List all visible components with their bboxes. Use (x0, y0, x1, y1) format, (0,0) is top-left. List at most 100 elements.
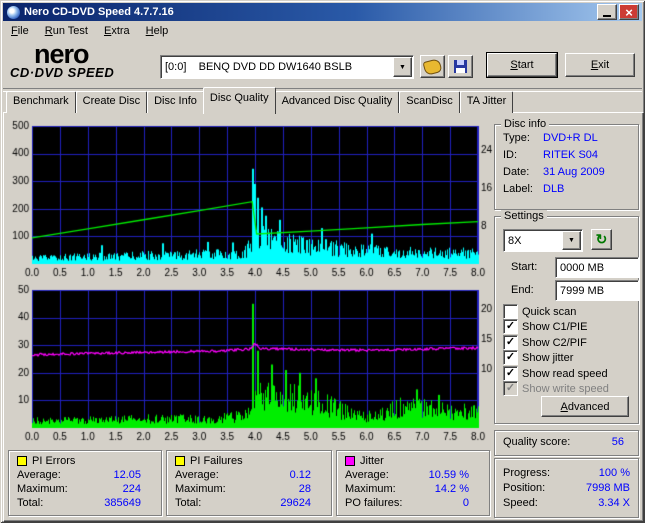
scan-speed-value: 8X (508, 234, 522, 247)
stat-value: 28 (298, 483, 311, 495)
progress-row-position: Position: 7998 MB (503, 482, 630, 494)
end-position-value: 7999 MB (560, 284, 605, 297)
stat-value: 0.12 (289, 469, 311, 481)
stats-panel-pi-errors: PI Errors Average: 12.05 Maximum: 224 Total: 3… (8, 450, 162, 516)
nero-logo-text: nero (34, 39, 90, 69)
stats-panel-header: PI Errors (9, 451, 161, 467)
stats-panel-jitter: Jitter Average: 10.59 % Maximum: 14.2 % PO fa… (336, 450, 490, 516)
disc-info-group: Disc info Type: DVD+R DL ID: RITEK S04 Date:… (494, 118, 639, 210)
drive-select-value: [0:0] BENQ DVD DD DW1640 BSLB (165, 61, 353, 73)
tab-advanced-disc-quality[interactable]: Advanced Disc Quality (274, 91, 400, 113)
progress-row-progress: Progress: 100 % (503, 467, 630, 479)
checkbox-label: Show write speed (522, 382, 609, 395)
end-position-label: End: (511, 284, 534, 296)
stat-label: Total: (175, 497, 202, 509)
progress-label: Position: (503, 482, 546, 494)
stat-label: Maximum: (175, 483, 226, 495)
stat-value: 29624 (280, 497, 311, 509)
checkbox-box[interactable]: ✓ (503, 350, 518, 365)
refresh-button[interactable] (591, 229, 612, 250)
window-title: Nero CD-DVD Speed 4.7.7.16 (24, 6, 174, 18)
advanced-button[interactable]: Advanced (541, 396, 629, 417)
quality-score-box: Quality score: 56 (494, 430, 639, 456)
stat-row-po-failures: PO failures: 0 (337, 497, 489, 509)
disc-info-label: Type: (503, 132, 530, 144)
settings-group-title: Settings (501, 210, 547, 222)
tab-benchmark[interactable]: Benchmark (6, 91, 76, 113)
menu-file[interactable]: File (3, 23, 37, 39)
refresh-icon (596, 232, 608, 247)
stat-label: Average: (345, 469, 389, 481)
close-button[interactable] (619, 4, 639, 20)
checkbox-quick-scan[interactable]: Quick scan (503, 304, 576, 319)
stat-value: 224 (122, 483, 141, 495)
stat-label: Maximum: (345, 483, 396, 495)
scan-speed-select[interactable]: 8X (503, 229, 583, 252)
checkbox-show-c2-pif[interactable]: ✓ Show C2/PIF (503, 335, 587, 350)
menu-bar: File Run Test Extra Help (3, 21, 642, 40)
stat-value: 14.2 % (434, 483, 469, 495)
quality-score-label: Quality score: (503, 436, 571, 448)
pi-failures-jitter-chart (8, 282, 494, 446)
stats-panel-header: Jitter (337, 451, 489, 467)
checkbox-label: Show C1/PIE (522, 320, 588, 333)
tab-scandisc[interactable]: ScanDisc (399, 91, 460, 113)
progress-box: Progress: 100 % Position: 7998 MB Speed: 3.34… (494, 458, 639, 518)
hand-icon (422, 57, 443, 76)
quality-score-value: 56 (611, 436, 624, 448)
exit-button-label: Exit (590, 58, 610, 71)
nero-logo-subtext: CD·DVD SPEED (10, 65, 115, 80)
tab-disc-info[interactable]: Disc Info (147, 91, 204, 113)
start-position-field[interactable]: 0000 MB (555, 257, 639, 278)
progress-value: 7998 MB (585, 482, 630, 494)
stat-value: 385649 (104, 497, 141, 509)
dropdown-arrow-icon[interactable] (562, 231, 581, 250)
eject-hand-button[interactable] (420, 55, 445, 78)
app-icon (7, 5, 20, 19)
minimize-icon (603, 14, 611, 17)
menu-help[interactable]: Help (138, 23, 177, 39)
checkbox-show-c1-pie[interactable]: ✓ Show C1/PIE (503, 319, 587, 334)
settings-group: Settings 8X Start: 0000 MB End: 7999 MB … (494, 210, 639, 424)
stats-row: PI Errors Average: 12.05 Maximum: 224 Total: 3… (0, 450, 494, 516)
checkbox-show-read-speed[interactable]: ✓ Show read speed (503, 366, 608, 381)
titlebar-buttons (597, 4, 639, 20)
disc-info-value: DLB (543, 183, 565, 195)
disc-info-label: ID: (503, 149, 518, 161)
checkbox-box[interactable]: ✓ (503, 381, 518, 396)
tab-create-disc[interactable]: Create Disc (75, 91, 148, 113)
exit-button[interactable]: Exit (565, 53, 635, 77)
checkbox-show-write-speed[interactable]: ✓ Show write speed (503, 381, 609, 396)
menu-run-test[interactable]: Run Test (37, 23, 96, 39)
drive-select[interactable]: [0:0] BENQ DVD DD DW1640 BSLB (160, 55, 414, 79)
stat-value: 0 (462, 497, 469, 509)
minimize-button[interactable] (597, 4, 617, 20)
dropdown-arrow-icon[interactable] (393, 57, 412, 77)
tab-ta-jitter[interactable]: TA Jitter (459, 91, 514, 113)
stats-panel-header: PI Failures (167, 451, 331, 467)
stat-label: Total: (17, 497, 44, 509)
menu-extra[interactable]: Extra (96, 23, 138, 39)
checkbox-box[interactable]: ✓ (503, 319, 518, 334)
stat-label: Average: (17, 469, 61, 481)
progress-row-speed: Speed: 3.34 X (503, 497, 630, 509)
tab-disc-quality[interactable]: Disc Quality (202, 87, 276, 114)
tab-strip: Benchmark Create Disc Disc Info Disc Qualit… (6, 87, 514, 114)
disc-info-row-label: Label: DLB (503, 183, 564, 195)
disc-info-value: 31 Aug 2009 (543, 166, 605, 178)
checkbox-box[interactable]: ✓ (503, 366, 518, 381)
stats-panel-title: Jitter (360, 455, 384, 467)
checkbox-show-jitter[interactable]: ✓ Show jitter (503, 350, 573, 365)
save-button[interactable] (448, 55, 473, 78)
stat-row-maximum: Maximum: 28 (167, 483, 331, 495)
nero-logo: nero CD·DVD SPEED (10, 39, 160, 81)
end-position-field[interactable]: 7999 MB (555, 280, 639, 301)
stat-label: Maximum: (17, 483, 68, 495)
checkbox-box[interactable] (503, 304, 518, 319)
checkbox-box[interactable]: ✓ (503, 335, 518, 350)
checkbox-label: Show jitter (522, 351, 574, 364)
stat-row-average: Average: 0.12 (167, 469, 331, 481)
stat-row-maximum: Maximum: 224 (9, 483, 161, 495)
checkbox-label: Show C2/PIF (522, 336, 587, 349)
start-button[interactable]: Start (487, 53, 557, 77)
